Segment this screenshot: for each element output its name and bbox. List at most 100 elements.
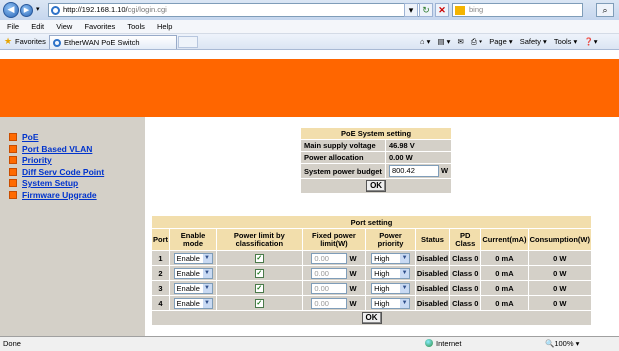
refresh-icon[interactable]: ↻: [419, 3, 433, 17]
power-budget-unit: W: [441, 166, 449, 175]
bullet-icon: [9, 190, 17, 199]
poe-system-title: PoE System setting: [299, 127, 453, 140]
col-header-power-limit: Power limit by classification: [216, 228, 303, 251]
favorites-star-icon[interactable]: ★: [4, 37, 13, 46]
poe-system-table: PoE System setting Main supply voltage 46…: [299, 127, 453, 194]
zoom-control[interactable]: 🔍100% ▾: [545, 337, 579, 351]
table-row: 3 Enable ▼ ✓ 0.00 W High ▼ Disabled Class …: [151, 280, 593, 296]
chevron-down-icon: ▼: [400, 253, 410, 263]
power-budget-input[interactable]: 800.42: [388, 165, 439, 177]
fixed-power-input[interactable]: 0.00: [311, 252, 348, 264]
power-limit-checkbox[interactable]: ✓: [254, 254, 264, 263]
power-limit-checkbox[interactable]: ✓: [254, 269, 264, 278]
table-row: 4 Enable ▼ ✓ 0.00 W High ▼ Disabled Class …: [151, 295, 593, 311]
search-input[interactable]: bing: [452, 3, 583, 17]
enable-mode-select[interactable]: Enable ▼: [173, 282, 213, 294]
fixed-power-input[interactable]: 0.00: [311, 282, 348, 294]
sidebar-item-poe[interactable]: PoE: [9, 132, 104, 144]
col-header-fixed-power: Fixed power limit(W): [301, 228, 367, 251]
main-voltage-value: 46.98 V: [384, 139, 453, 152]
table-row: 1 Enable ▼ ✓ 0.00 W High ▼ Disabled Class …: [151, 250, 593, 266]
col-header-consumption: Consumption(W): [527, 228, 593, 251]
system-ok-button[interactable]: OK: [366, 180, 387, 192]
power-limit-checkbox[interactable]: ✓: [254, 299, 264, 308]
help-icon[interactable]: ❓▾: [584, 34, 597, 50]
enable-mode-select[interactable]: Enable ▼: [173, 297, 213, 309]
sidebar-item-priority[interactable]: Priority: [9, 155, 104, 167]
globe-icon: [425, 339, 433, 347]
chevron-down-icon: ▼: [202, 268, 212, 278]
address-dropdown-icon[interactable]: ▾: [404, 3, 418, 17]
search-icon[interactable]: ⌕: [596, 3, 614, 17]
port-ok-button[interactable]: OK: [361, 312, 382, 324]
chevron-down-icon: ▼: [400, 283, 410, 293]
bullet-icon: [9, 179, 17, 187]
col-header-port: Port: [151, 228, 170, 251]
ie-page-icon: [51, 6, 60, 15]
enable-mode-select[interactable]: Enable ▼: [173, 252, 213, 264]
address-bar-row: ◀ ▶ ▾ http://192.168.1.10/cgi/login.cgi …: [0, 0, 619, 20]
stop-icon[interactable]: ✕: [435, 3, 449, 17]
sidebar-item-diff-serv[interactable]: Diff Serv Code Point: [9, 167, 104, 179]
priority-select[interactable]: High ▼: [371, 297, 411, 309]
fixed-power-input[interactable]: 0.00: [311, 297, 348, 309]
col-header-pd-class: PD Class: [449, 228, 482, 251]
port-setting-table: Port setting Port Enable mode Power limi…: [151, 215, 593, 326]
bullet-icon: [9, 144, 17, 153]
power-allocation-value: 0.00 W: [384, 151, 453, 164]
back-icon[interactable]: ◀: [3, 2, 19, 18]
menu-tools[interactable]: Tools: [127, 20, 145, 34]
menu-file[interactable]: File: [7, 20, 19, 34]
print-icon[interactable]: ⎙ ▾: [471, 34, 482, 50]
power-budget-label: System power budget: [300, 163, 386, 179]
chevron-down-icon: ▼: [202, 283, 212, 293]
col-header-priority: Power priority: [365, 228, 416, 251]
enable-mode-select[interactable]: Enable ▼: [173, 267, 213, 279]
forward-icon[interactable]: ▶: [20, 4, 33, 17]
chevron-down-icon: ▼: [202, 298, 212, 308]
chevron-down-icon: ▼: [202, 253, 212, 263]
feeds-icon[interactable]: ▤ ▾: [437, 34, 450, 50]
priority-select[interactable]: High ▼: [371, 282, 411, 294]
page-menu[interactable]: Page ▾: [489, 34, 512, 50]
table-row: 2 Enable ▼ ✓ 0.00 W High ▼ Disabled Class …: [151, 265, 593, 281]
priority-select[interactable]: High ▼: [371, 252, 411, 264]
header-banner: [0, 59, 619, 117]
status-text: Done: [3, 339, 21, 348]
bullet-icon: [9, 133, 17, 141]
page-content: PoE Port Based VLAN Priority Diff Serv C…: [0, 51, 619, 336]
safety-menu[interactable]: Safety ▾: [520, 34, 547, 50]
sidebar: PoE Port Based VLAN Priority Diff Serv C…: [0, 117, 145, 336]
menu-help[interactable]: Help: [157, 20, 172, 34]
col-header-current: Current(mA): [480, 228, 529, 251]
col-header-status: Status: [414, 228, 451, 251]
power-limit-checkbox[interactable]: ✓: [254, 284, 264, 293]
mail-icon[interactable]: ✉: [458, 34, 464, 50]
bullet-icon: [9, 156, 17, 164]
sidebar-item-system-setup[interactable]: System Setup: [9, 178, 104, 190]
power-allocation-label: Power allocation: [300, 151, 386, 164]
fixed-power-input[interactable]: 0.00: [311, 267, 348, 279]
status-bar: Done Internet 🔍100% ▾: [0, 336, 619, 351]
home-icon[interactable]: ⌂ ▾: [420, 34, 430, 50]
favorites-button[interactable]: Favorites: [15, 34, 46, 50]
menu-bar: File Edit View Favorites Tools Help: [0, 20, 619, 34]
menu-favorites[interactable]: Favorites: [84, 20, 115, 34]
port-setting-title: Port setting: [151, 215, 592, 229]
tab-page-icon: [53, 39, 61, 47]
chevron-down-icon: ▼: [400, 298, 410, 308]
sidebar-item-firmware-upgrade[interactable]: Firmware Upgrade: [9, 190, 104, 202]
tools-menu[interactable]: Tools ▾: [554, 34, 577, 50]
main-voltage-label: Main supply voltage: [300, 139, 386, 152]
menu-edit[interactable]: Edit: [31, 20, 44, 34]
internet-zone: Internet: [425, 337, 461, 351]
priority-select[interactable]: High ▼: [371, 267, 411, 279]
browser-tab[interactable]: EtherWAN PoE Switch: [49, 35, 177, 49]
history-dropdown-icon[interactable]: ▾: [36, 5, 40, 13]
menu-view[interactable]: View: [56, 20, 72, 34]
browser-window: ◀ ▶ ▾ http://192.168.1.10/cgi/login.cgi …: [0, 0, 619, 351]
new-tab-button[interactable]: [178, 36, 198, 48]
url-input[interactable]: http://192.168.1.10/cgi/login.cgi: [48, 3, 432, 17]
sidebar-item-port-based-vlan[interactable]: Port Based VLAN: [9, 144, 104, 156]
command-bar: ⌂ ▾ ▤ ▾ ✉ ⎙ ▾ Page ▾ Safety ▾ Tools ▾ ❓▾: [420, 34, 602, 50]
